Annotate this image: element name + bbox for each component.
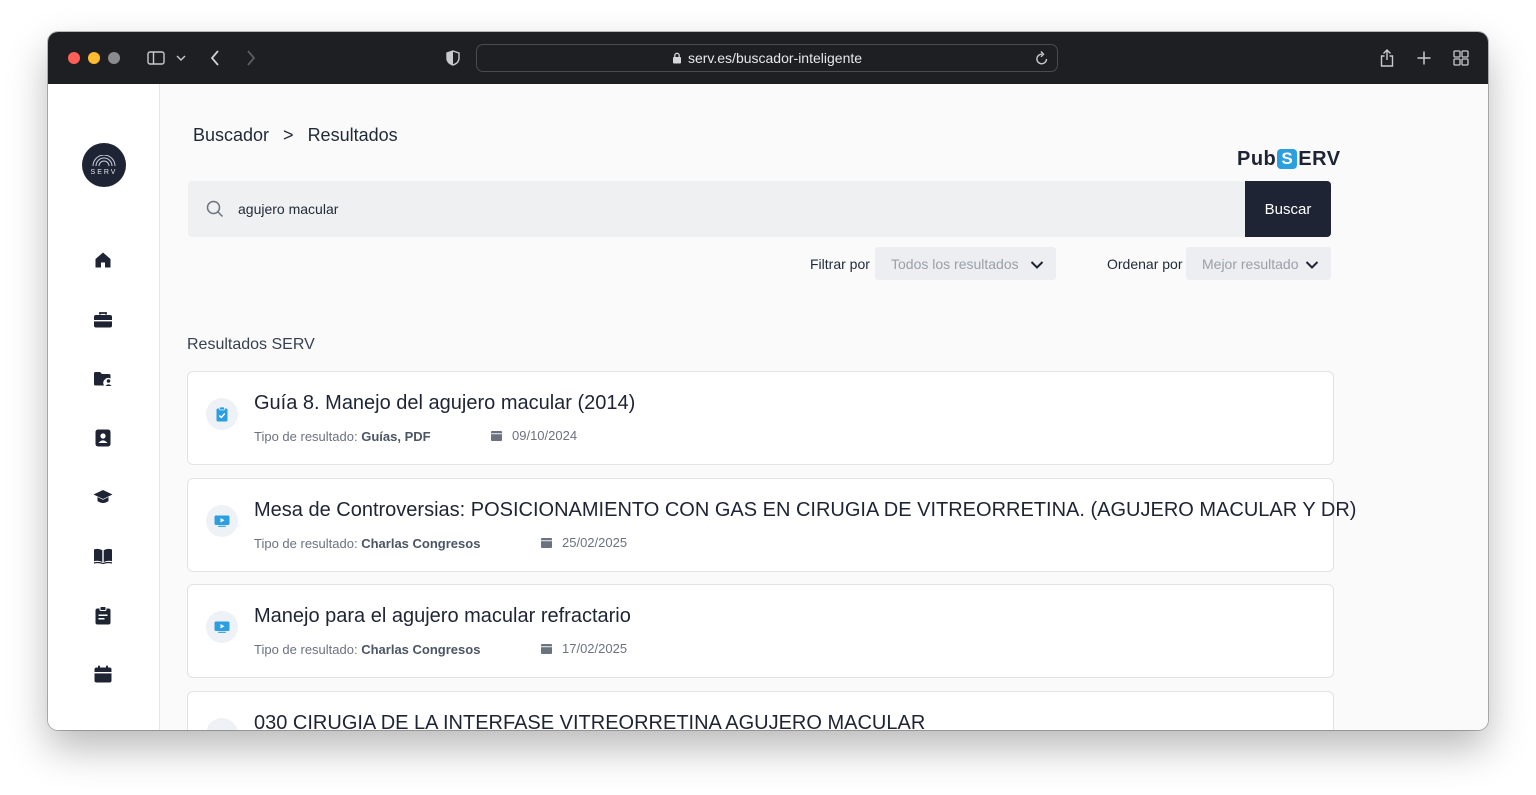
minimize-window-button[interactable] xyxy=(88,52,100,64)
result-date-text: 25/02/2025 xyxy=(562,535,628,550)
result-card[interactable]: Manejo para el agujero macular refractar… xyxy=(187,584,1334,678)
breadcrumb: Buscador > Resultados xyxy=(193,125,398,146)
result-type-value: Guías, PDF xyxy=(361,429,431,444)
result-type-prefix: Tipo de resultado: xyxy=(254,536,358,551)
calendar-icon xyxy=(541,538,552,548)
page-content: SERV Buscador > Resultados Pub S ERV agu… xyxy=(48,84,1488,730)
home-icon[interactable] xyxy=(91,248,115,272)
result-title[interactable]: Manejo para el agujero macular refractar… xyxy=(254,605,631,628)
search-button[interactable]: Buscar xyxy=(1245,181,1331,237)
calendar-icon xyxy=(541,644,552,654)
folder-user-icon[interactable] xyxy=(91,367,115,391)
video-icon xyxy=(206,718,238,730)
result-date: 17/02/2025 xyxy=(541,641,627,656)
filter-select-value: Todos los resultados xyxy=(891,255,1019,272)
result-date: 25/02/2025 xyxy=(541,535,627,550)
result-date: 09/10/2024 xyxy=(491,428,577,443)
contact-card-icon[interactable] xyxy=(91,426,115,450)
order-label: Ordenar por xyxy=(1107,256,1183,272)
tab-overview-icon[interactable] xyxy=(1452,46,1470,70)
result-type-value: Charlas Congresos xyxy=(361,536,481,551)
result-type-value: Charlas Congresos xyxy=(361,642,481,657)
filter-select[interactable]: Todos los resultados xyxy=(875,247,1056,280)
result-title[interactable]: 030 CIRUGIA DE LA INTERFASE VITREORRETIN… xyxy=(254,712,925,730)
video-icon xyxy=(206,505,238,537)
forward-arrow-icon[interactable] xyxy=(242,46,260,70)
browser-titlebar: serv.es/buscador-inteligente xyxy=(48,32,1488,84)
open-book-icon[interactable] xyxy=(91,544,115,568)
privacy-shield-icon[interactable] xyxy=(444,46,462,70)
brand-suffix: ERV xyxy=(1298,147,1341,170)
result-title[interactable]: Mesa de Controversias: POSICIONAMIENTO C… xyxy=(254,499,1356,522)
result-type-prefix: Tipo de resultado: xyxy=(254,429,358,444)
calendar-icon xyxy=(491,431,502,441)
result-type: Tipo de resultado: Charlas Congresos xyxy=(254,642,480,657)
chevron-down-icon xyxy=(1030,257,1044,273)
pubserv-logo: Pub S ERV xyxy=(1237,148,1341,170)
lock-icon xyxy=(672,52,681,64)
brand-badge: S xyxy=(1277,149,1298,169)
chevron-down-icon[interactable] xyxy=(174,46,188,70)
clipboard-icon[interactable] xyxy=(91,603,115,627)
order-select[interactable]: Mejor resultado xyxy=(1186,247,1331,280)
result-card[interactable]: Guía 8. Manejo del agujero macular (2014… xyxy=(187,371,1334,465)
search-icon xyxy=(206,200,224,223)
results-section-title: Resultados SERV xyxy=(187,336,315,353)
document-icon xyxy=(206,398,238,430)
breadcrumb-current: Resultados xyxy=(307,125,398,145)
result-type: Tipo de resultado: Charlas Congresos xyxy=(254,536,480,551)
close-window-button[interactable] xyxy=(68,52,80,64)
serv-logo[interactable]: SERV xyxy=(82,143,126,187)
video-icon xyxy=(206,611,238,643)
sidebar-toggle-icon[interactable] xyxy=(146,46,166,70)
briefcase-icon[interactable] xyxy=(91,308,115,332)
result-card[interactable]: 030 CIRUGIA DE LA INTERFASE VITREORRETIN… xyxy=(187,691,1334,730)
search-bar: Buscar xyxy=(188,181,1331,237)
brand-prefix: Pub xyxy=(1237,147,1277,170)
breadcrumb-separator: > xyxy=(283,125,294,145)
url-text: serv.es/buscador-inteligente xyxy=(687,50,863,66)
logo-text: SERV xyxy=(90,168,118,176)
search-input[interactable] xyxy=(238,195,1178,223)
result-card[interactable]: Mesa de Controversias: POSICIONAMIENTO C… xyxy=(187,478,1356,572)
result-date-text: 17/02/2025 xyxy=(562,641,628,656)
address-bar[interactable]: serv.es/buscador-inteligente xyxy=(476,44,1058,72)
zoom-window-button[interactable] xyxy=(108,52,120,64)
browser-window: serv.es/buscador-inteligente SERV Buscad… xyxy=(48,32,1488,730)
order-select-value: Mejor resultado xyxy=(1202,255,1299,272)
result-title[interactable]: Guía 8. Manejo del agujero macular (2014… xyxy=(254,392,635,415)
sidebar: SERV xyxy=(48,84,160,730)
result-date-text: 09/10/2024 xyxy=(512,428,578,443)
result-type-prefix: Tipo de resultado: xyxy=(254,642,358,657)
reload-icon[interactable] xyxy=(1035,50,1049,71)
result-type: Tipo de resultado: Guías, PDF xyxy=(254,429,431,444)
graduation-cap-icon[interactable] xyxy=(91,485,115,509)
filter-label: Filtrar por xyxy=(810,256,870,272)
chevron-down-icon xyxy=(1305,257,1319,273)
breadcrumb-root[interactable]: Buscador xyxy=(193,125,269,146)
share-icon[interactable] xyxy=(1378,46,1396,70)
back-arrow-icon[interactable] xyxy=(206,46,224,70)
new-tab-icon[interactable] xyxy=(1415,46,1433,70)
calendar-icon[interactable] xyxy=(91,662,115,686)
